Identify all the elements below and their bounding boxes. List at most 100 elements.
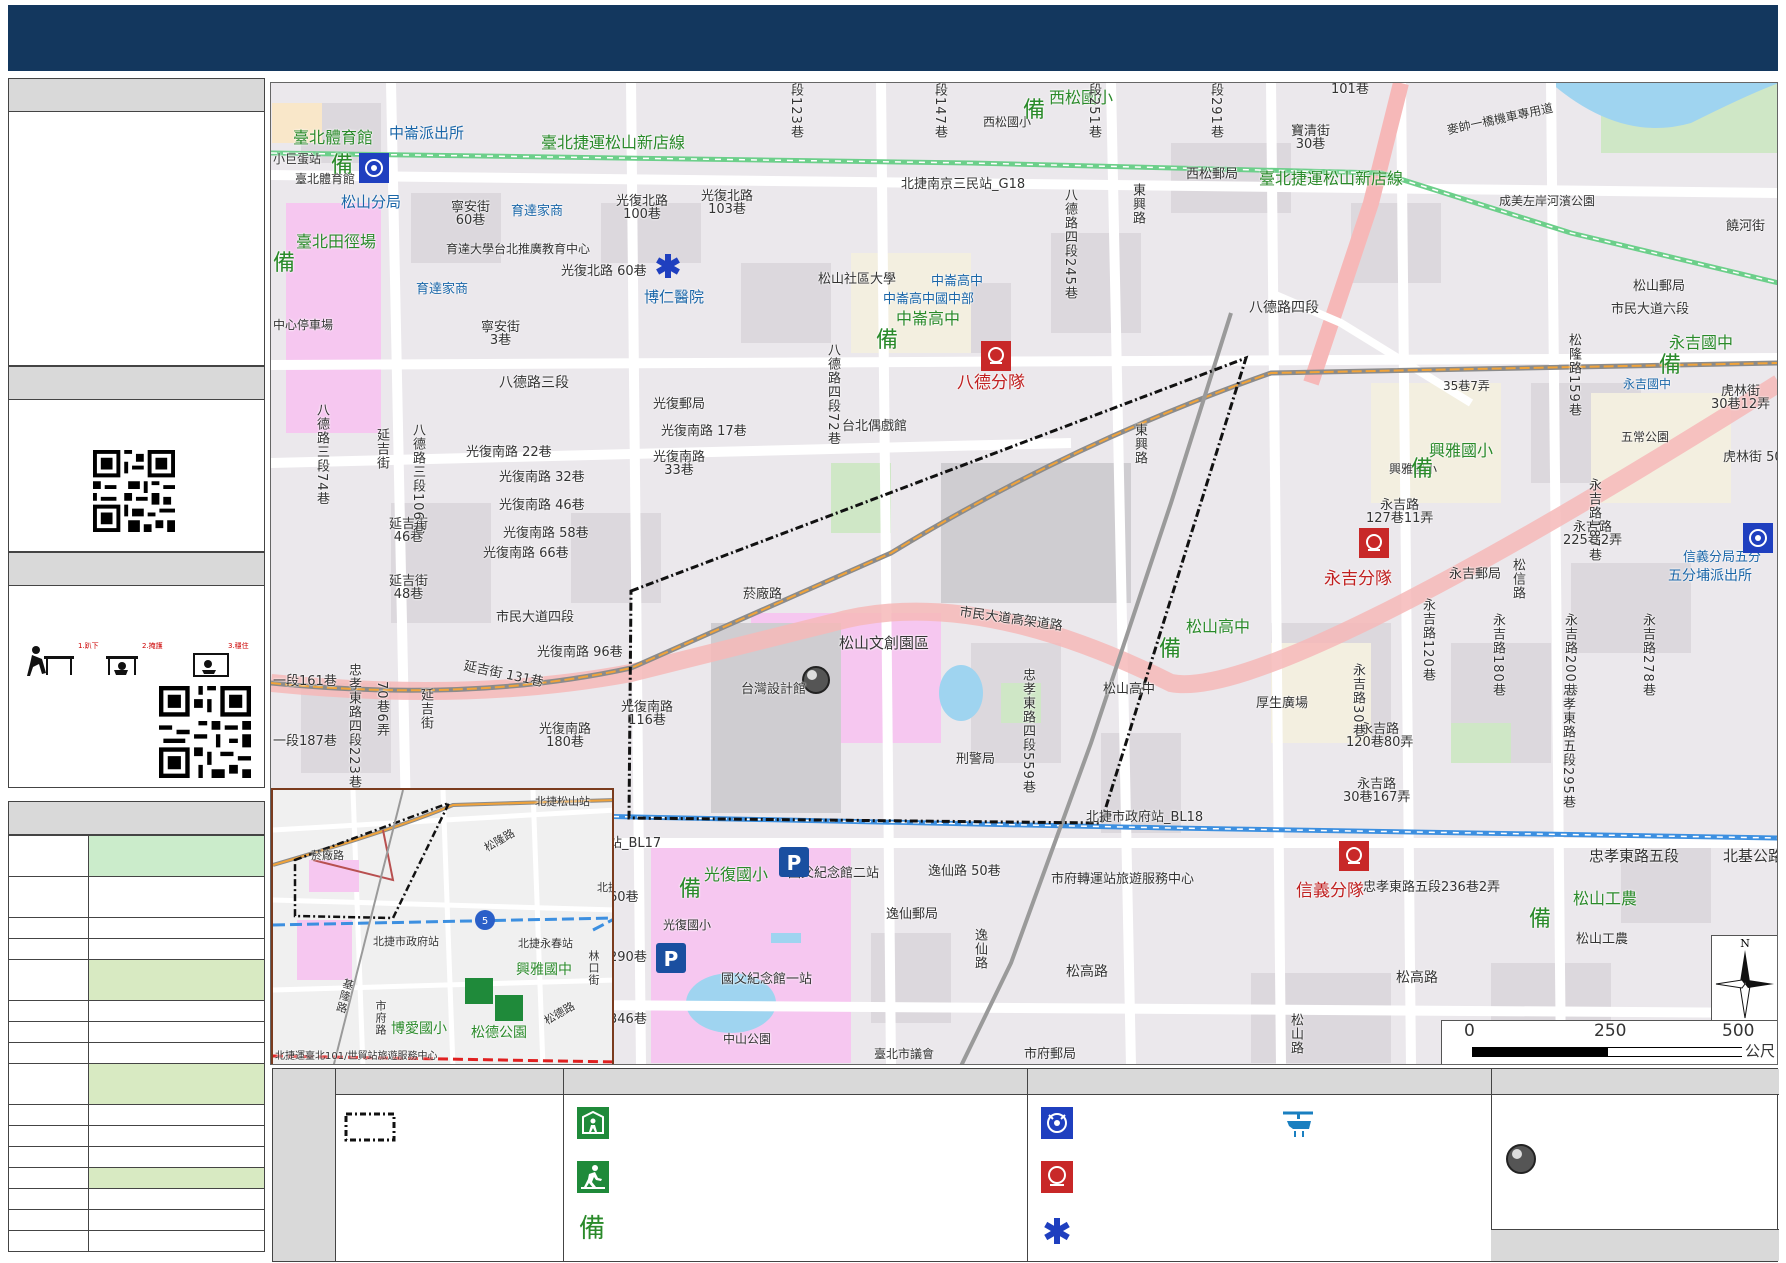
backup-shelter-icon[interactable]: 備 [1023,100,1045,122]
medical-star-of-life-icon[interactable] [653,251,683,281]
section-box-2 [8,399,265,552]
backup-shelter-icon[interactable]: 備 [1159,639,1181,661]
table-cell [8,938,89,960]
table-cell [88,835,265,877]
map-label: 寧安街 60巷 [451,200,491,228]
map-label: 光復國小 [663,918,712,932]
table-cell [88,1063,265,1105]
emergency-assembly-icon [577,1161,609,1193]
map-label: 八德分隊 [957,373,1025,393]
location-marker-icon [1506,1144,1536,1174]
backup-shelter-icon[interactable]: 備 [1529,909,1551,931]
inset-label: 博愛國小 [391,1021,447,1037]
map-label: 臺北體育館 [293,128,374,147]
legend-divider [563,1069,564,1261]
map-label: 光復北路 100巷 [616,194,669,222]
map-label: 虎林街 30巷12弄 [1711,384,1771,412]
table-cell [88,1188,265,1210]
scale-bar: 0 250 500 公尺 [1441,1020,1777,1064]
map-label: 光復南路 46巷 [499,498,585,513]
map-label: 光復南路 66巷 [483,546,569,561]
map-label-vertical: 逸仙路 [972,928,987,970]
table-cell [88,1000,265,1022]
map-label-vertical: 八德路四段245巷 [1062,188,1077,300]
map-view[interactable]: 中崙派出所 臺北捷運松山新店線 臺北體育館 小巨蛋站 臺北體育館 松山分局 臺北… [270,82,1778,1065]
backup-shelter-icon[interactable]: 備 [1411,459,1433,481]
map-label-vertical: 70巷6弄 [374,681,389,737]
map-label-vertical: 松信路 [1510,558,1525,600]
table-cell [8,1104,89,1126]
map-label: 290巷 [609,950,647,965]
map-label-vertical: 段147巷 [932,83,947,139]
map-label-vertical: 忠孝東路四段559巷 [1020,668,1035,794]
police-station-icon[interactable] [1743,523,1773,553]
map-label: 寧安街 3巷 [481,320,521,348]
map-label: 松山社區大學 [818,272,897,287]
backup-shelter-icon[interactable]: 備 [876,330,898,352]
map-label-vertical: 延吉街 [418,688,433,730]
svg-text:P: P [664,947,679,971]
map-label: 中心停車場 [273,318,334,332]
map-label: 信義分隊 [1296,881,1364,901]
map-label-vertical: 東興路 [1132,423,1147,465]
map-label: 逸仙路 50巷 [928,864,1001,879]
parking-icon[interactable]: P [656,943,686,973]
north-arrow: N [1711,935,1777,1021]
qr-code-icon[interactable] [159,686,251,778]
helicopter-icon [1283,1111,1313,1137]
map-label: 35巷7弄 [1443,379,1490,393]
map-label: 北捷市政府站_BL18 [1086,810,1204,825]
location-marker-icon[interactable] [802,666,830,694]
inset-label: 菸廠路 [311,849,344,862]
map-label-vertical: 八德路三段74巷 [314,403,329,506]
map-label: 一段187巷 [273,734,337,749]
table-cell [88,1230,265,1252]
table-cell [8,1188,89,1210]
map-label: 光復南路 33巷 [653,450,706,478]
map-label: 光復南路 32巷 [499,470,585,485]
map-label-vertical: 松山路 [1288,1013,1303,1055]
drop-cover-hold-pictogram-icon: 1.趴下 2.掩護 3.穩住 [27,641,249,677]
legend-header-row [273,1069,1779,1095]
map-label: 成美左岸河濱公園 [1499,194,1596,208]
map-label: 市府郵局 [1024,1047,1077,1062]
section-bar-2 [8,366,265,400]
map-label: 中崙高中 [896,309,961,328]
table-cell [8,1042,89,1064]
backup-shelter-icon[interactable]: 備 [1659,355,1681,377]
map-label-vertical: 永吉路187巷 [1586,478,1601,562]
map-label: 光復國小 [704,865,769,884]
map-label-vertical: 段123巷 [788,83,803,139]
table-cell [8,1021,89,1043]
inset-label: 林口街 [587,950,600,986]
map-label: 八德路四段 [1249,300,1319,316]
legend-panel: 備 [272,1068,1779,1262]
map-label: 松山文創園區 [839,634,930,652]
fire-brigade-icon[interactable] [1339,841,1369,871]
map-label: 台北偶戲館 [842,419,908,434]
qr-code-icon[interactable] [93,450,175,532]
inset-map[interactable]: 5 北捷松山站 松隆路 菸廠路 北捷市政府站 北捷永春站 興雅國中 博愛國小 松… [271,788,614,1064]
map-label: 101巷 [1331,82,1369,97]
map-label-vertical: 延吉街 [374,428,389,470]
table-cell [8,959,89,1001]
scale-bar-graphic [1472,1047,1743,1057]
map-label: 台灣設計館 [741,682,807,697]
backup-shelter-icon[interactable]: 備 [679,879,701,901]
police-station-icon[interactable] [359,153,389,183]
svg-text:5: 5 [482,916,488,927]
map-label-vertical: 忠孝東路五段295巷 [1560,683,1575,809]
inset-label: 北捷市政府站 [373,935,439,948]
table-cell [88,1167,265,1189]
backup-shelter-icon[interactable]: 備 [331,155,353,177]
map-label: 國父紀念館一站 [721,972,813,987]
fire-brigade-icon[interactable] [981,341,1011,371]
map-label-vertical: 永吉路278巷 [1640,613,1655,697]
map-label: 永吉分隊 [1324,569,1392,589]
backup-shelter-icon[interactable]: 備 [273,253,295,275]
map-label: 松高路 [1396,970,1438,986]
map-label: 松山工農 [1576,932,1629,947]
fire-brigade-icon[interactable] [1359,528,1389,558]
map-label: 中崙派出所 [389,124,465,142]
parking-icon[interactable]: P [779,847,809,877]
